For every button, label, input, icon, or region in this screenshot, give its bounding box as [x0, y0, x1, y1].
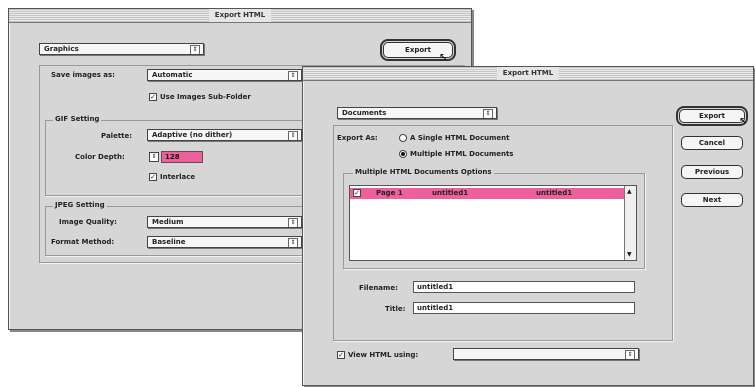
image-quality-popup[interactable]: Medium ⇕ — [147, 216, 302, 228]
palette-label: Palette: — [101, 132, 133, 140]
save-images-value: Automatic — [152, 71, 193, 79]
view-html-checkbox[interactable]: ✓ — [337, 351, 345, 359]
popup-arrow-icon: ⇕ — [288, 238, 298, 247]
single-document-label: A Single HTML Document — [410, 134, 510, 142]
image-quality-label: Image Quality: — [59, 218, 117, 226]
front-window-title: Export HTML — [496, 67, 560, 80]
popup-arrow-icon: ⇕ — [483, 109, 493, 118]
mouse-cursor-icon: ↖ — [739, 116, 748, 127]
popup-arrow-icon: ⇕ — [625, 350, 635, 359]
front-export-html-window: Export HTML Documents ⇕ Export As: A Sin… — [302, 66, 754, 386]
front-category-popup[interactable]: Documents ⇕ — [337, 107, 497, 119]
title-label: Title: — [385, 305, 406, 313]
save-images-popup[interactable]: Automatic ⇕ — [147, 69, 302, 81]
interlace-checkbox[interactable]: ✓ — [149, 173, 157, 181]
documents-list[interactable]: ✓ Page 1 untitled1 untitled1 ▲ ▼ — [349, 185, 637, 261]
mouse-cursor-icon: ↖ — [439, 52, 448, 63]
save-images-label: Save images as: — [51, 71, 115, 79]
back-window-title: Export HTML — [208, 9, 272, 22]
list-item-page: Page 1 — [376, 189, 403, 197]
list-item-checkbox[interactable]: ✓ — [353, 189, 361, 197]
popup-arrow-icon: ⇕ — [288, 131, 298, 140]
list-scrollbar[interactable]: ▲ ▼ — [624, 186, 636, 260]
palette-popup[interactable]: Adaptive (no dither) ⇕ — [147, 129, 302, 141]
single-document-radio[interactable] — [399, 134, 407, 142]
filename-field[interactable]: untitled1 — [413, 281, 635, 293]
list-item-title: untitled1 — [536, 189, 573, 197]
palette-value: Adaptive (no dither) — [152, 131, 233, 139]
format-method-popup[interactable]: Baseline ⇕ — [147, 236, 302, 248]
format-method-value: Baseline — [152, 238, 186, 246]
list-item-filename: untitled1 — [432, 189, 469, 197]
view-html-label: View HTML using: — [348, 351, 419, 359]
format-method-label: Format Method: — [51, 238, 115, 246]
title-field[interactable]: untitled1 — [413, 302, 635, 314]
front-window-titlebar[interactable]: Export HTML — [303, 67, 753, 81]
image-quality-value: Medium — [152, 218, 184, 226]
scroll-up-arrow-icon[interactable]: ▲ — [627, 188, 632, 195]
back-window-titlebar[interactable]: Export HTML — [9, 9, 471, 23]
color-depth-stepper[interactable]: ⇕ — [149, 152, 159, 162]
front-category-value: Documents — [342, 109, 387, 117]
interlace-label: Interlace — [160, 173, 196, 181]
color-depth-label: Color Depth: — [75, 153, 125, 161]
multiple-documents-radio[interactable] — [399, 150, 407, 158]
scroll-down-arrow-icon[interactable]: ▼ — [627, 251, 632, 258]
view-html-popup[interactable]: ⇕ — [453, 348, 639, 360]
jpeg-setting-group — [45, 206, 305, 256]
popup-arrow-icon: ⇕ — [288, 71, 298, 80]
filename-label: Filename: — [359, 284, 398, 292]
gif-setting-title: GIF Setting — [53, 114, 102, 124]
cancel-button[interactable]: Cancel — [681, 136, 743, 150]
jpeg-setting-title: JPEG Setting — [53, 200, 107, 210]
export-as-label: Export As: — [337, 134, 378, 142]
multiple-documents-label: Multiple HTML Documents — [410, 150, 514, 158]
use-images-subfolder-checkbox[interactable]: ✓ — [149, 93, 157, 101]
multiple-options-title: Multiple HTML Documents Options — [353, 167, 494, 177]
popup-arrow-icon: ⇕ — [190, 45, 200, 54]
front-export-button[interactable]: Export — [676, 106, 748, 126]
back-category-popup[interactable]: Graphics ⇕ — [39, 43, 204, 55]
next-button[interactable]: Next — [681, 193, 743, 207]
previous-button[interactable]: Previous — [681, 165, 743, 179]
list-item[interactable]: ✓ Page 1 untitled1 untitled1 — [350, 188, 624, 199]
popup-arrow-icon: ⇕ — [288, 218, 298, 227]
back-category-value: Graphics — [44, 45, 79, 53]
color-depth-field[interactable]: 128 — [161, 151, 203, 163]
use-images-subfolder-label: Use Images Sub-Folder — [160, 93, 251, 101]
